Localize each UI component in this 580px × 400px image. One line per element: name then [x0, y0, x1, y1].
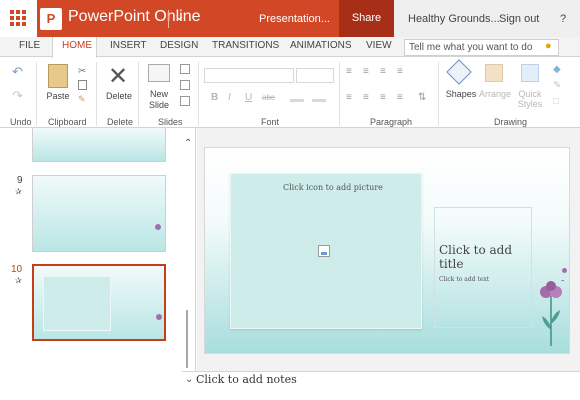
thumbnail-number: 9 — [17, 175, 23, 186]
paste-icon[interactable] — [48, 64, 68, 88]
insert-picture-icon[interactable] — [318, 245, 330, 257]
group-divider — [138, 62, 139, 126]
animation-star-icon: ✰ — [15, 276, 22, 285]
group-divider — [438, 62, 439, 126]
account-name[interactable]: Healthy Grounds... — [408, 13, 500, 25]
chevron-down-icon[interactable]: ⌄ — [174, 8, 185, 24]
font-name-select[interactable] — [204, 68, 294, 83]
group-divider — [96, 62, 97, 126]
font-group-label: Font — [261, 117, 280, 127]
tab-transitions[interactable]: TRANSITIONS — [212, 40, 279, 51]
flower-bud-icon — [562, 268, 567, 273]
decrease-indent-icon[interactable]: ≡ — [380, 66, 386, 77]
flower-icon — [155, 224, 161, 230]
shapes-button[interactable]: Shapes — [444, 89, 478, 99]
sign-out-link[interactable]: Sign out — [499, 13, 539, 25]
underline-button[interactable]: U — [245, 92, 252, 103]
flower-icon — [156, 314, 162, 320]
copy-icon[interactable] — [78, 80, 87, 90]
thumbnail-scrollbar[interactable]: ⌃ — [182, 130, 194, 370]
bold-button[interactable]: B — [211, 92, 218, 103]
scrollbar-thumb[interactable] — [186, 310, 188, 368]
align-center-icon[interactable]: ≡ — [363, 92, 369, 103]
delete-icon[interactable]: ✕ — [108, 62, 128, 91]
shape-fill-icon[interactable]: ◆ — [553, 64, 561, 75]
increase-indent-icon[interactable]: ≡ — [397, 66, 403, 77]
shape-effects-icon[interactable]: □ — [553, 96, 559, 107]
undo-group-label: Undo — [10, 117, 32, 127]
slide-thumbnail-9[interactable] — [32, 175, 166, 252]
quick-styles-button-line1[interactable]: Quick — [514, 89, 546, 99]
scroll-up-icon[interactable]: ⌃ — [184, 138, 192, 149]
tab-insert[interactable]: INSERT — [110, 40, 147, 51]
align-left-icon[interactable]: ≡ — [346, 92, 352, 103]
slide-thumbnail-10[interactable] — [32, 264, 166, 341]
drawing-group-label: Drawing — [494, 117, 528, 127]
arrange-icon[interactable] — [485, 64, 503, 82]
clipboard-group-label: Clipboard — [48, 117, 87, 127]
collapse-notes-icon[interactable]: ⌄ — [185, 374, 193, 385]
bullets-icon[interactable]: ≡ — [346, 66, 352, 77]
new-slide-icon[interactable] — [148, 64, 170, 82]
powerpoint-logo-icon: P — [40, 8, 62, 30]
delete-group-label: Delete — [107, 117, 134, 127]
format-painter-icon[interactable]: ✎ — [78, 94, 86, 105]
paragraph-group-label: Paragraph — [370, 117, 413, 127]
group-divider — [198, 62, 199, 126]
delete-button[interactable]: Delete — [103, 91, 135, 101]
title-placeholder-text: Click to add title — [439, 243, 513, 271]
subtitle-placeholder-text: Click to add text — [439, 276, 490, 283]
justify-icon[interactable]: ≡ — [397, 92, 403, 103]
picture-placeholder-text: Click icon to add picture — [283, 183, 383, 192]
animation-star-icon: ✰ — [15, 187, 22, 196]
thumbnail-number: 10 — [11, 264, 23, 275]
title-divider — [168, 10, 169, 28]
quick-styles-icon[interactable] — [521, 64, 539, 82]
strikethrough-button[interactable]: abc — [262, 93, 275, 102]
new-slide-button-line1[interactable]: New — [144, 89, 174, 99]
help-button[interactable]: ? — [560, 13, 566, 25]
flower-decoration-icon — [540, 280, 564, 346]
document-name[interactable]: Presentation... — [259, 13, 330, 25]
share-button[interactable]: Share — [339, 0, 394, 37]
redo-icon[interactable]: ↷ — [12, 88, 23, 104]
shape-outline-icon[interactable]: ✎ — [553, 80, 561, 91]
slides-group-label: Slides — [158, 117, 183, 127]
cut-icon[interactable]: ✂ — [78, 66, 86, 77]
tab-view[interactable]: VIEW — [366, 40, 392, 51]
font-color-icon[interactable] — [312, 91, 326, 102]
layout-icon[interactable] — [180, 64, 190, 74]
italic-button[interactable]: I — [228, 92, 231, 103]
picture-icon-mountain — [321, 252, 327, 255]
tab-design[interactable]: DESIGN — [160, 40, 198, 51]
quick-styles-button-line2[interactable]: Styles — [514, 99, 546, 109]
duplicate-slide-icon[interactable] — [180, 80, 190, 90]
tab-file[interactable]: FILE — [19, 40, 40, 51]
thumbnail-picture-placeholder — [43, 276, 111, 331]
new-slide-button-line2[interactable]: Slide — [144, 100, 174, 110]
paste-button[interactable]: Paste — [44, 91, 72, 101]
app-launcher-button[interactable] — [0, 0, 37, 37]
group-divider — [339, 62, 340, 126]
align-right-icon[interactable]: ≡ — [380, 92, 386, 103]
numbering-icon[interactable]: ≡ — [363, 66, 369, 77]
slide-thumbnail-8[interactable] — [32, 128, 166, 162]
group-divider — [36, 62, 37, 126]
highlight-icon[interactable] — [290, 91, 304, 102]
tab-animations[interactable]: ANIMATIONS — [290, 40, 351, 51]
undo-icon[interactable]: ↶ — [12, 64, 23, 80]
tab-home[interactable]: HOME — [62, 40, 92, 51]
notes-placeholder[interactable]: Click to add notes — [196, 373, 297, 386]
lightbulb-icon: ● — [545, 40, 552, 52]
tell-me-search[interactable]: Tell me what you want to do — [404, 39, 559, 56]
text-direction-icon[interactable]: ⇅ — [418, 92, 426, 103]
arrange-button[interactable]: Arrange — [478, 89, 512, 99]
hide-slide-icon[interactable] — [180, 96, 190, 106]
font-size-select[interactable] — [296, 68, 334, 83]
